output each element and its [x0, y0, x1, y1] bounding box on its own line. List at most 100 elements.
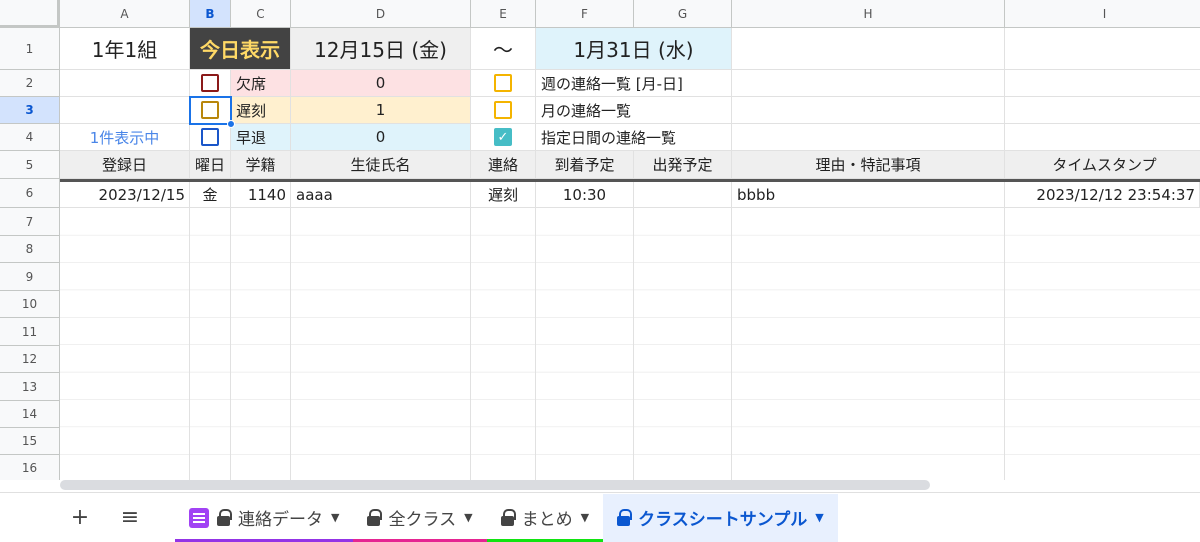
row-header-2[interactable]: 2: [0, 70, 60, 97]
tilde-cell: ～: [471, 28, 536, 70]
lock-icon: [367, 509, 383, 526]
absent-checkbox-cell[interactable]: [190, 70, 231, 97]
cell-a3[interactable]: [60, 97, 190, 124]
column-header-c[interactable]: C: [231, 0, 291, 28]
row-header-1[interactable]: 1: [0, 28, 60, 70]
frozen-row-divider[interactable]: [60, 179, 1200, 182]
row-header-11[interactable]: 11: [0, 318, 60, 346]
row-header-16[interactable]: 16: [0, 455, 60, 480]
add-sheet-button[interactable]: +: [55, 493, 105, 542]
end-date-cell[interactable]: 1月31日 (水): [536, 28, 732, 70]
header-reason: 理由・特記事項: [732, 151, 1005, 179]
column-header-i[interactable]: I: [1005, 0, 1200, 28]
start-date-cell[interactable]: 12月15日 (金): [291, 28, 471, 70]
range-view-checkbox-cell[interactable]: ✓: [471, 124, 536, 151]
row-header-3[interactable]: 3: [0, 97, 60, 124]
tab-all-classes[interactable]: 全クラス ▼: [353, 494, 487, 542]
weekly-view-checkbox-cell[interactable]: [471, 70, 536, 97]
cell-i3[interactable]: [1005, 97, 1200, 124]
cell-i4[interactable]: [1005, 124, 1200, 151]
range-view-checkbox[interactable]: ✓: [494, 128, 512, 146]
header-timestamp: タイムスタンプ: [1005, 151, 1200, 179]
all-sheets-menu-icon[interactable]: ≡: [105, 493, 155, 542]
row-header-6[interactable]: 6: [0, 179, 60, 208]
record-student-id[interactable]: 1140: [231, 182, 291, 208]
column-header-a[interactable]: A: [60, 0, 190, 28]
horizontal-scrollbar[interactable]: [60, 480, 930, 490]
lock-icon: [617, 509, 633, 526]
record-weekday[interactable]: 金: [190, 182, 231, 208]
header-arrival: 到着予定: [536, 151, 634, 179]
late-count: 1: [291, 97, 471, 124]
range-view-label: 指定日間の連絡一覧: [536, 124, 732, 151]
list-icon: [189, 507, 209, 528]
record-timestamp[interactable]: 2023/12/12 23:54:37: [1005, 182, 1200, 208]
weekly-view-checkbox[interactable]: [494, 74, 512, 92]
record-name[interactable]: aaaa: [291, 182, 471, 208]
tab-label: まとめ: [521, 510, 573, 530]
absent-checkbox[interactable]: [201, 74, 219, 92]
chevron-down-icon[interactable]: ▼: [464, 511, 472, 524]
column-header-h[interactable]: H: [732, 0, 1005, 28]
early-leave-checkbox[interactable]: [201, 128, 219, 146]
early-leave-label: 早退: [231, 124, 291, 151]
row-header-4[interactable]: 4: [0, 124, 60, 151]
column-header-g[interactable]: G: [634, 0, 732, 28]
cell-i2[interactable]: [1005, 70, 1200, 97]
row-header-13[interactable]: 13: [0, 373, 60, 401]
row-header-7[interactable]: 7: [0, 208, 60, 236]
row-header-14[interactable]: 14: [0, 401, 60, 428]
tab-class-sheet-sample[interactable]: クラスシートサンプル ▼: [603, 493, 838, 542]
class-name-cell[interactable]: 1年1組: [60, 28, 190, 70]
row-header-12[interactable]: 12: [0, 346, 60, 373]
select-all-corner[interactable]: [0, 0, 60, 28]
spreadsheet-grid: A B C D E F G H I 1 2 3 4 5 6 7 8 9 10 1…: [0, 0, 1200, 480]
row-header-9[interactable]: 9: [0, 263, 60, 291]
row-header-15[interactable]: 15: [0, 428, 60, 455]
column-header-b[interactable]: B: [190, 0, 231, 28]
tab-label: 連絡データ: [238, 510, 323, 530]
lock-icon: [500, 509, 516, 526]
chevron-down-icon[interactable]: ▼: [815, 511, 823, 524]
early-leave-count: 0: [291, 124, 471, 151]
selected-cell-b3[interactable]: [189, 96, 232, 125]
lock-icon: [217, 509, 232, 526]
today-display-button[interactable]: 今日表示: [190, 28, 291, 70]
tab-contact-data[interactable]: 連絡データ ▼: [175, 494, 354, 542]
column-header-f[interactable]: F: [536, 0, 634, 28]
cell-h2[interactable]: [732, 70, 1005, 97]
record-arrival[interactable]: 10:30: [536, 182, 634, 208]
header-departure: 出発予定: [634, 151, 732, 179]
row-header-10[interactable]: 10: [0, 291, 60, 318]
record-contact[interactable]: 遅刻: [471, 182, 536, 208]
absent-label: 欠席: [231, 70, 291, 97]
column-header-e[interactable]: E: [471, 0, 536, 28]
early-leave-checkbox-cell[interactable]: [190, 124, 231, 151]
cell-h3[interactable]: [732, 97, 1005, 124]
monthly-view-checkbox[interactable]: [494, 101, 512, 119]
record-departure[interactable]: [634, 182, 732, 208]
cell-h1[interactable]: [732, 28, 1005, 70]
late-label: 遅刻: [231, 97, 291, 124]
empty-rows[interactable]: [60, 208, 1200, 480]
tab-label: クラスシートサンプル: [638, 510, 808, 530]
monthly-view-label: 月の連絡一覧: [536, 97, 732, 124]
monthly-view-checkbox-cell[interactable]: [471, 97, 536, 124]
tab-color-bar: [175, 538, 354, 542]
row-header-5[interactable]: 5: [0, 151, 60, 179]
record-reason[interactable]: bbbb: [732, 182, 1005, 208]
header-registration-date: 登録日: [60, 151, 190, 179]
cell-i1[interactable]: [1005, 28, 1200, 70]
row-header-8[interactable]: 8: [0, 236, 60, 263]
chevron-down-icon[interactable]: ▼: [581, 511, 589, 524]
tab-color-bar: [353, 538, 487, 542]
cell-a2[interactable]: [60, 70, 190, 97]
header-contact: 連絡: [471, 151, 536, 179]
column-header-d[interactable]: D: [291, 0, 471, 28]
cell-h4[interactable]: [732, 124, 1005, 151]
tab-summary[interactable]: まとめ ▼: [486, 494, 604, 542]
fill-handle[interactable]: [227, 120, 235, 128]
chevron-down-icon[interactable]: ▼: [331, 511, 339, 524]
record-date[interactable]: 2023/12/15: [60, 182, 190, 208]
header-student-id: 学籍: [231, 151, 291, 179]
